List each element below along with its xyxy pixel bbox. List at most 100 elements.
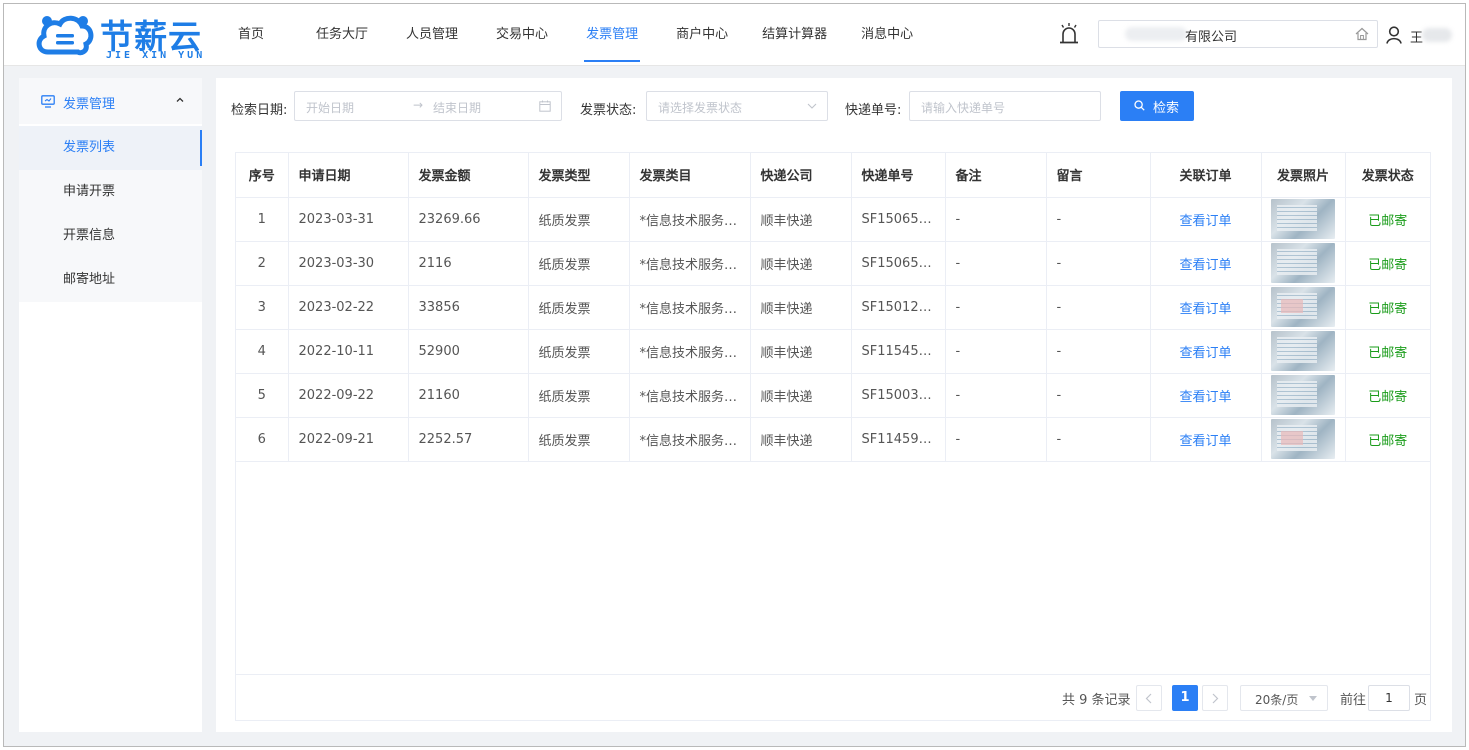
sidebar: 发票管理 发票列表 申请开票 开票信息 邮寄地址 <box>19 78 202 732</box>
column-header-status: 发票状态 <box>1345 153 1430 198</box>
company-selector[interactable]: 有限公司 <box>1098 20 1378 48</box>
search-button-label: 检索 <box>1153 101 1180 116</box>
tracking-cell-text: SF1501211... <box>861 299 945 315</box>
alarm-bell-icon[interactable] <box>1058 22 1080 46</box>
view-order-link-text[interactable]: 查看订单 <box>1179 302 1231 317</box>
brand-logo[interactable]: 节薪云 JIE XIN YUN <box>32 8 202 64</box>
apply-date-cell: 2022-09-21 <box>288 417 409 462</box>
apply-date-cell: 2023-02-22 <box>288 285 409 330</box>
chevron-up-icon[interactable] <box>175 95 185 105</box>
status-select[interactable]: 请选择发票状态 <box>646 91 828 121</box>
amount-cell: 2252.57 <box>408 417 529 462</box>
tracking-cell: SF1154555... <box>851 329 946 374</box>
view-order-link: 查看订单 <box>1150 417 1262 462</box>
index-cell-text: 5 <box>257 387 266 403</box>
cloud-logo-icon <box>36 15 94 56</box>
next-page-button[interactable] <box>1202 685 1228 711</box>
category-cell-text: *信息技术服务*... <box>639 433 743 449</box>
invoice-photo-thumbnail[interactable] <box>1271 375 1335 415</box>
invoice-photo-thumbnail[interactable] <box>1271 199 1335 239</box>
category-cell: *信息技术服务*... <box>629 241 751 286</box>
remark-cell-text: - <box>955 299 961 315</box>
view-order-link-text[interactable]: 查看订单 <box>1179 258 1231 273</box>
type-cell: 纸质发票 <box>528 417 630 462</box>
sidebar-item-mailing-address[interactable]: 邮寄地址 <box>19 258 202 302</box>
table-row: 6 2022-09-21 2252.57 纸质发票 *信息技术服务*... 顺丰快递 SF1… <box>236 417 1430 462</box>
tracking-cell: SF1506511... <box>851 241 946 286</box>
view-order-link-text[interactable]: 查看订单 <box>1179 390 1231 405</box>
sidebar-item-invoice-info[interactable]: 开票信息 <box>19 214 202 258</box>
sidebar-group-label: 发票管理 <box>63 97 116 112</box>
type-cell: 纸质发票 <box>528 329 630 374</box>
user-icon[interactable] <box>1386 26 1402 44</box>
message-cell: - <box>1046 197 1151 242</box>
current-page-button[interactable]: 1 <box>1172 685 1198 711</box>
amount-cell: 52900 <box>408 329 529 374</box>
index-cell-text: 6 <box>257 431 266 447</box>
status-cell-text: 已邮寄 <box>1368 213 1408 229</box>
invoice-photo-thumbnail[interactable] <box>1271 419 1335 459</box>
user-name[interactable]: 王 <box>1410 27 1423 46</box>
nav-invoice-management[interactable]: 发票管理 <box>584 4 641 66</box>
message-cell-text: - <box>1056 431 1062 447</box>
message-cell: - <box>1046 285 1151 330</box>
table-row: 2 2023-03-30 2116 纸质发票 *信息技术服务*... 顺丰快递 SF1506… <box>236 241 1430 286</box>
type-cell-text: 纸质发票 <box>538 433 591 449</box>
nav-home[interactable]: 首页 <box>238 4 264 66</box>
nav-message-center[interactable]: 消息中心 <box>861 4 913 66</box>
goto-page-input[interactable] <box>1368 685 1410 711</box>
view-order-link-text[interactable]: 查看订单 <box>1179 346 1231 361</box>
date-range-picker[interactable]: 开始日期 → 结束日期 <box>294 91 562 121</box>
invoice-photo-thumbnail[interactable] <box>1271 287 1335 327</box>
amount-cell: 33856 <box>408 285 529 330</box>
column-header-type: 发票类型 <box>528 153 630 198</box>
nav-transactions[interactable]: 交易中心 <box>496 4 548 66</box>
range-separator: → <box>413 98 424 112</box>
view-order-link: 查看订单 <box>1150 241 1262 286</box>
end-date-placeholder: 结束日期 <box>433 101 482 115</box>
nav-task-hall[interactable]: 任务大厅 <box>316 4 368 66</box>
apply-date-cell-text: 2022-09-21 <box>298 431 375 447</box>
search-button[interactable]: 检索 <box>1120 91 1194 121</box>
total-records: 共 9 条记录 <box>1062 693 1131 708</box>
photo-cell <box>1261 417 1346 462</box>
status-cell-text: 已邮寄 <box>1368 301 1408 317</box>
category-cell: *信息技术服务*... <box>629 197 751 242</box>
company-name: 有限公司 <box>1185 30 1238 45</box>
home-icon[interactable] <box>1355 27 1369 41</box>
tracking-cell: SF1500368... <box>851 373 946 418</box>
status-cell-text: 已邮寄 <box>1368 389 1408 405</box>
invoice-photo-thumbnail[interactable] <box>1271 243 1335 283</box>
courier-cell: 顺丰快递 <box>750 197 852 242</box>
view-order-link-text[interactable]: 查看订单 <box>1179 434 1231 449</box>
express-number-input[interactable]: 请输入快递单号 <box>909 91 1101 121</box>
column-header-courier: 快递公司 <box>750 153 852 198</box>
type-cell-text: 纸质发票 <box>538 257 591 273</box>
sidebar-item-apply-invoice[interactable]: 申请开票 <box>19 170 202 214</box>
app-frame: 节薪云 JIE XIN YUN 首页 任务大厅 人员管理 交易中心 发票管理 商… <box>3 3 1466 747</box>
message-cell: - <box>1046 241 1151 286</box>
sidebar-group-invoice-management[interactable]: 发票管理 <box>19 78 202 124</box>
prev-page-button[interactable] <box>1136 685 1162 711</box>
view-order-link-text[interactable]: 查看订单 <box>1179 214 1231 229</box>
nav-personnel[interactable]: 人员管理 <box>406 4 458 66</box>
view-order-link: 查看订单 <box>1150 329 1262 374</box>
index-cell-text: 4 <box>257 343 266 359</box>
invoice-photo-thumbnail[interactable] <box>1271 331 1335 371</box>
tracking-cell: SF1501211... <box>851 285 946 330</box>
status-cell-text: 已邮寄 <box>1368 345 1408 361</box>
index-cell: 3 <box>236 285 289 330</box>
nav-settlement-calculator[interactable]: 结算计算器 <box>762 4 827 66</box>
column-header-apply-date: 申请日期 <box>288 153 409 198</box>
view-order-link: 查看订单 <box>1150 285 1262 330</box>
courier-cell: 顺丰快递 <box>750 285 852 330</box>
amount-cell: 21160 <box>408 373 529 418</box>
chevron-left-icon <box>1145 693 1152 704</box>
calendar-icon[interactable] <box>539 100 551 112</box>
view-order-link: 查看订单 <box>1150 197 1262 242</box>
nav-merchant-center[interactable]: 商户中心 <box>676 4 728 66</box>
type-cell: 纸质发票 <box>528 373 630 418</box>
sidebar-item-invoice-list[interactable]: 发票列表 <box>19 126 202 170</box>
page-size-select[interactable]: 20条/页 <box>1240 685 1328 711</box>
monitor-icon <box>41 95 55 108</box>
